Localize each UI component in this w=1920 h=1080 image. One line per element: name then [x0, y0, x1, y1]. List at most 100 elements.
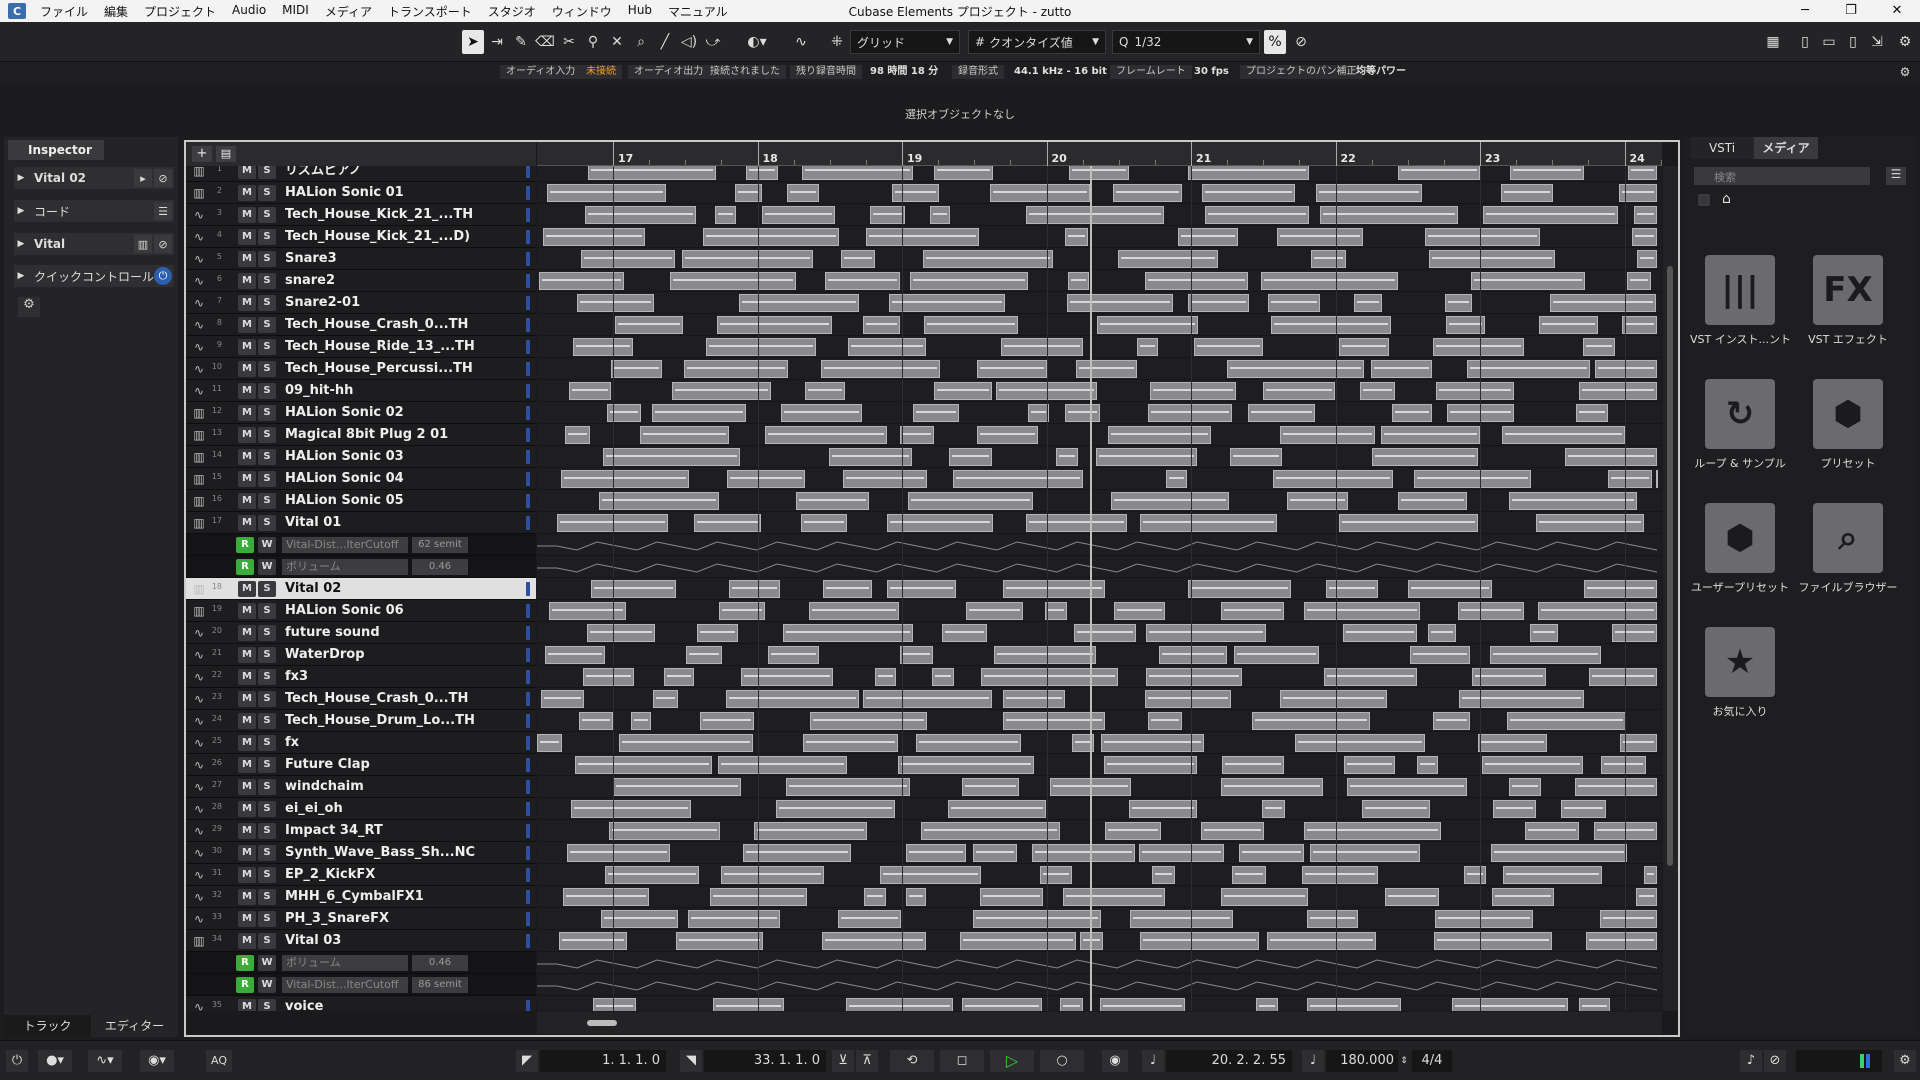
event-clip[interactable]	[942, 624, 987, 642]
play-tool-icon[interactable]: ◁)	[678, 30, 700, 54]
solo-button[interactable]: S	[258, 229, 276, 245]
event-clip[interactable]	[1252, 712, 1370, 730]
event-clip[interactable]	[1268, 294, 1320, 312]
event-clip[interactable]	[923, 250, 1053, 268]
event-clip[interactable]	[1140, 932, 1259, 950]
track-event-lane[interactable]	[537, 688, 1662, 710]
event-clip[interactable]	[887, 580, 956, 598]
event-clip[interactable]	[539, 272, 624, 290]
tempo-track-icon[interactable]: ♩	[1302, 1050, 1324, 1072]
event-clip[interactable]	[966, 602, 1023, 620]
track-name[interactable]: future sound	[285, 622, 525, 644]
event-clip[interactable]	[1280, 690, 1387, 708]
event-clip[interactable]	[653, 690, 678, 708]
event-clip[interactable]	[1068, 272, 1089, 290]
automation-curve-lane[interactable]	[537, 534, 1662, 556]
solo-button[interactable]: S	[258, 295, 276, 311]
event-clip[interactable]	[1539, 316, 1598, 334]
menu-item[interactable]: トランスポート	[380, 3, 480, 20]
event-clip[interactable]	[703, 228, 839, 246]
write-automation-button[interactable]: W	[258, 977, 276, 993]
track-name[interactable]: Tech_House_Kick_21_...TH	[285, 204, 525, 226]
event-clip[interactable]	[1063, 888, 1165, 906]
event-clip[interactable]	[1234, 646, 1319, 664]
event-clip[interactable]	[843, 470, 927, 488]
track-name[interactable]: HALion Sonic 06	[285, 600, 525, 622]
event-clip[interactable]	[547, 184, 666, 202]
event-clip[interactable]	[900, 426, 934, 444]
event-clip[interactable]	[1579, 382, 1657, 400]
automation-lane-header[interactable]: R W ボリューム 0.46	[186, 952, 536, 974]
event-clip[interactable]	[585, 206, 696, 224]
event-clip[interactable]	[1101, 734, 1204, 752]
event-clip[interactable]	[1304, 602, 1420, 620]
event-clip[interactable]	[889, 294, 1005, 312]
event-clip[interactable]	[913, 404, 959, 422]
event-clip[interactable]	[1530, 624, 1558, 642]
track-name[interactable]: MHH_6_CymbalFX1	[285, 886, 525, 908]
mute-tool-icon[interactable]: ✕	[606, 30, 628, 54]
event-clip[interactable]	[1565, 448, 1657, 466]
mute-button[interactable]: M	[238, 427, 256, 443]
event-clip[interactable]	[1100, 998, 1185, 1011]
track-name[interactable]: 09_hit-hh	[285, 380, 525, 402]
event-clip[interactable]	[1227, 360, 1364, 378]
track-header[interactable]: ∿ 29 M S Impact 34_RT	[186, 820, 536, 842]
event-clip[interactable]	[1584, 580, 1657, 598]
edit-instrument-icon[interactable]: ⊘	[154, 235, 172, 253]
event-clip[interactable]	[577, 294, 654, 312]
quantize-type-dropdown[interactable]: # クオンタイズ値 ▼	[968, 30, 1106, 54]
event-clip[interactable]	[1425, 228, 1540, 246]
mute-button[interactable]: M	[238, 449, 256, 465]
automation-parameter-name[interactable]: Vital-Dist...lterCutoff	[282, 537, 408, 553]
event-clip[interactable]	[1150, 382, 1236, 400]
event-clip[interactable]	[1230, 448, 1282, 466]
event-clip[interactable]	[1111, 492, 1229, 510]
track-name[interactable]: Tech_House_Percussi...TH	[285, 358, 525, 380]
event-clip[interactable]	[1458, 602, 1524, 620]
track-header[interactable]: ∿ 9 M S Tech_House_Ride_13_...TH	[186, 336, 536, 358]
event-clip[interactable]	[1436, 382, 1514, 400]
track-header[interactable]: ▥ 14 M S HALion Sonic 03	[186, 446, 536, 468]
horizontal-scrollbar[interactable]	[537, 1012, 1662, 1034]
event-clip[interactable]	[697, 624, 738, 642]
power-icon[interactable]: ⏻	[154, 267, 172, 285]
event-clip[interactable]	[1118, 250, 1218, 268]
event-clip[interactable]	[746, 166, 778, 180]
track-event-lane[interactable]	[537, 226, 1662, 248]
event-clip[interactable]	[1428, 624, 1456, 642]
track-name[interactable]: voice	[285, 996, 525, 1011]
event-clip[interactable]	[1311, 250, 1346, 268]
track-event-lane[interactable]	[537, 754, 1662, 776]
track-header[interactable]: ∿ 7 M S Snare2-01	[186, 292, 536, 314]
track-name[interactable]: fx3	[285, 666, 525, 688]
event-clip[interactable]	[866, 228, 979, 246]
event-clip[interactable]	[1261, 272, 1398, 290]
event-clip[interactable]	[863, 316, 900, 334]
track-name[interactable]: Magical 8bit Plug 2 01	[285, 424, 525, 446]
event-clip[interactable]	[611, 360, 662, 378]
event-clip[interactable]	[670, 272, 796, 290]
warp-tool-icon[interactable]: ⤻	[702, 30, 724, 54]
media-tile[interactable]: ⬢ ユーザープリセット	[1690, 503, 1790, 595]
vertical-scrollbar[interactable]	[1663, 166, 1678, 1011]
event-clip[interactable]	[1067, 294, 1173, 312]
event-clip[interactable]	[1490, 646, 1601, 664]
solo-button[interactable]: S	[258, 251, 276, 267]
event-clip[interactable]	[545, 646, 605, 664]
mute-button[interactable]: M	[238, 339, 256, 355]
punch-out-icon[interactable]: ⊼	[856, 1050, 878, 1072]
tab-vsti[interactable]: VSTi	[1690, 137, 1754, 159]
horizontal-scroll-thumb[interactable]	[587, 1020, 617, 1026]
event-clip[interactable]	[676, 932, 763, 950]
mute-button[interactable]: M	[238, 691, 256, 707]
track-name[interactable]: Snare2-01	[285, 292, 525, 314]
event-clip[interactable]	[1065, 404, 1100, 422]
track-header[interactable]: ∿ 23 M S Tech_House_Crash_0...TH	[186, 688, 536, 710]
solo-button[interactable]: S	[258, 669, 276, 685]
track-name[interactable]: Tech_House_Drum_Lo...TH	[285, 710, 525, 732]
record-mode-icon[interactable]: ●▾	[38, 1050, 72, 1072]
automation-curve[interactable]	[537, 952, 1662, 974]
mute-button[interactable]: M	[238, 603, 256, 619]
event-clip[interactable]	[1575, 778, 1657, 796]
